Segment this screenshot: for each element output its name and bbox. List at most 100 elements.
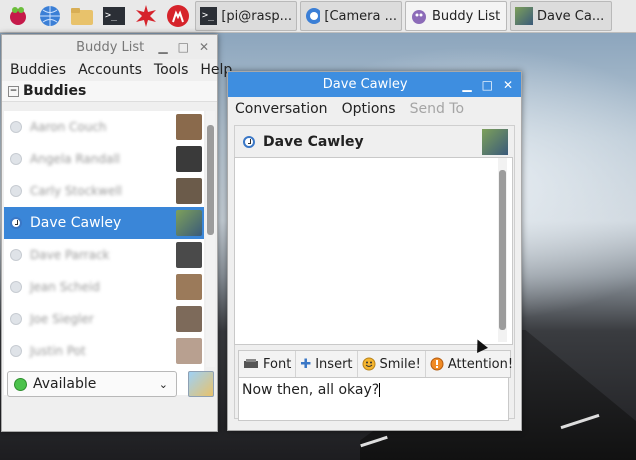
buddy-row[interactable]: Angela Randall bbox=[4, 143, 204, 175]
buddy-row[interactable]: Justin Pot bbox=[4, 335, 204, 367]
conversation-header: Dave Cawley bbox=[235, 126, 514, 158]
burst-icon[interactable] bbox=[132, 2, 160, 30]
buddy-avatar bbox=[176, 178, 202, 204]
attention-label: Attention! bbox=[447, 356, 514, 372]
buddy-icon-button[interactable] bbox=[188, 371, 214, 397]
buddy-row[interactable]: Jean Scheid bbox=[4, 271, 204, 303]
buddy-avatar bbox=[176, 210, 202, 236]
buddy-name: Joe Siegler bbox=[30, 312, 94, 326]
close-icon[interactable]: ✕ bbox=[199, 40, 209, 54]
task-buddy-list[interactable]: Buddy List bbox=[405, 1, 507, 31]
buddy-row-selected[interactable]: Dave Cawley bbox=[4, 207, 204, 239]
buddy-name: Carly Stockwell bbox=[30, 184, 122, 198]
font-icon bbox=[244, 359, 258, 368]
buddy-name: Dave Parrack bbox=[30, 248, 110, 262]
maximize-icon[interactable]: □ bbox=[482, 78, 493, 92]
smile-label: Smile! bbox=[379, 356, 421, 372]
offline-icon bbox=[10, 121, 22, 133]
task-dave-cawley[interactable]: Dave Ca... bbox=[510, 1, 612, 31]
conversation-titlebar[interactable]: Dave Cawley ▁ □ ✕ bbox=[228, 72, 521, 97]
close-icon[interactable]: ✕ bbox=[503, 78, 513, 92]
attention-button[interactable]: Attention! bbox=[426, 351, 517, 377]
buddy-photo-icon bbox=[515, 7, 533, 25]
terminal-icon[interactable]: >_ bbox=[100, 2, 128, 30]
insert-label: Insert bbox=[315, 356, 353, 372]
menu-tools[interactable]: Tools bbox=[154, 62, 189, 78]
wolfram-icon[interactable] bbox=[164, 2, 192, 30]
scrollbar-thumb[interactable] bbox=[207, 125, 214, 235]
buddy-name: Justin Pot bbox=[30, 344, 86, 358]
buddy-avatar bbox=[176, 146, 202, 172]
minimize-icon[interactable]: ▁ bbox=[462, 78, 471, 92]
buddy-list-scrollbar[interactable] bbox=[206, 111, 215, 367]
buddy-row[interactable]: Aaron Couch bbox=[4, 111, 204, 143]
window-title: Dave Cawley bbox=[322, 77, 408, 92]
text-cursor bbox=[379, 383, 381, 397]
buddy-name: Angela Randall bbox=[30, 152, 120, 166]
taskbar: >_ >_ [pi@rasp... [Camera ... Buddy List… bbox=[0, 0, 636, 33]
offline-icon bbox=[10, 185, 22, 197]
maximize-icon[interactable]: □ bbox=[178, 40, 189, 54]
folder-icon[interactable] bbox=[68, 2, 96, 30]
task-label: [pi@rasp... bbox=[221, 8, 292, 24]
buddy-avatar bbox=[176, 114, 202, 140]
menu-conversation[interactable]: Conversation bbox=[235, 101, 328, 117]
idle-clock-icon bbox=[243, 136, 255, 148]
scrollbar-thumb[interactable] bbox=[499, 170, 506, 330]
buddy-name: Jean Scheid bbox=[30, 280, 100, 294]
menu-accounts[interactable]: Accounts bbox=[78, 62, 142, 78]
offline-icon bbox=[10, 313, 22, 325]
smiley-icon bbox=[362, 357, 376, 371]
window-title: Buddy List bbox=[76, 39, 145, 55]
buddy-row[interactable]: Carly Stockwell bbox=[4, 175, 204, 207]
group-name: Buddies bbox=[23, 83, 87, 99]
conversation-menubar: Conversation Options Send To bbox=[228, 97, 521, 121]
buddy-list-window: Buddy List ▁ □ ✕ Buddies Accounts Tools … bbox=[1, 34, 232, 432]
offline-icon bbox=[10, 281, 22, 293]
status-dropdown[interactable]: Available ⌄ bbox=[7, 371, 177, 397]
history-scrollbar[interactable] bbox=[498, 158, 507, 342]
terminal-icon: >_ bbox=[200, 7, 218, 25]
available-icon bbox=[14, 377, 27, 391]
buddy-avatar bbox=[176, 338, 202, 364]
contact-name: Dave Cawley bbox=[263, 134, 364, 150]
chromium-icon bbox=[306, 8, 321, 24]
draft-message-text: Now then, all okay? bbox=[242, 382, 380, 398]
buddy-name: Dave Cawley bbox=[30, 215, 122, 231]
conversation-window: Dave Cawley ▁ □ ✕ Conversation Options S… bbox=[227, 71, 522, 431]
idle-clock-icon bbox=[10, 217, 22, 229]
smile-button[interactable]: Smile! bbox=[358, 351, 426, 377]
collapse-icon[interactable]: − bbox=[8, 85, 19, 97]
buddy-avatar bbox=[176, 242, 202, 268]
buddy-list-menubar: Buddies Accounts Tools Help bbox=[2, 59, 232, 81]
buddy-avatar bbox=[176, 274, 202, 300]
menu-options[interactable]: Options bbox=[342, 101, 396, 117]
offline-icon bbox=[10, 249, 22, 261]
buddy-list: Aaron Couch Angela Randall Carly Stockwe… bbox=[4, 111, 204, 395]
formatting-toolbar: Font ✚ Insert Smile! Attention! bbox=[238, 350, 513, 378]
buddy-row[interactable]: Joe Siegler bbox=[4, 303, 204, 335]
task-label: [Camera ... bbox=[324, 8, 397, 24]
attention-icon bbox=[430, 357, 444, 371]
message-input[interactable]: Now then, all okay? bbox=[238, 377, 509, 421]
minimize-icon[interactable]: ▁ bbox=[158, 40, 167, 54]
offline-icon bbox=[10, 345, 22, 357]
status-label: Available bbox=[33, 376, 97, 392]
insert-icon: ✚ bbox=[300, 356, 312, 372]
font-button[interactable]: Font bbox=[239, 351, 297, 377]
raspberry-icon[interactable] bbox=[4, 2, 32, 30]
buddy-name: Aaron Couch bbox=[30, 120, 107, 134]
globe-icon[interactable] bbox=[36, 2, 64, 30]
buddy-row[interactable]: Dave Parrack bbox=[4, 239, 204, 271]
insert-button[interactable]: ✚ Insert bbox=[296, 351, 358, 377]
buddy-list-titlebar[interactable]: Buddy List ▁ □ ✕ bbox=[2, 35, 217, 59]
menu-buddies[interactable]: Buddies bbox=[10, 62, 66, 78]
task-terminal[interactable]: >_ [pi@rasp... bbox=[195, 1, 297, 31]
task-label: Buddy List bbox=[432, 8, 501, 24]
group-header-buddies[interactable]: − Buddies bbox=[2, 81, 217, 102]
message-history[interactable] bbox=[234, 157, 513, 345]
contact-avatar[interactable] bbox=[482, 129, 508, 155]
offline-icon bbox=[10, 153, 22, 165]
pidgin-icon bbox=[412, 10, 426, 24]
task-camera[interactable]: [Camera ... bbox=[300, 1, 402, 31]
